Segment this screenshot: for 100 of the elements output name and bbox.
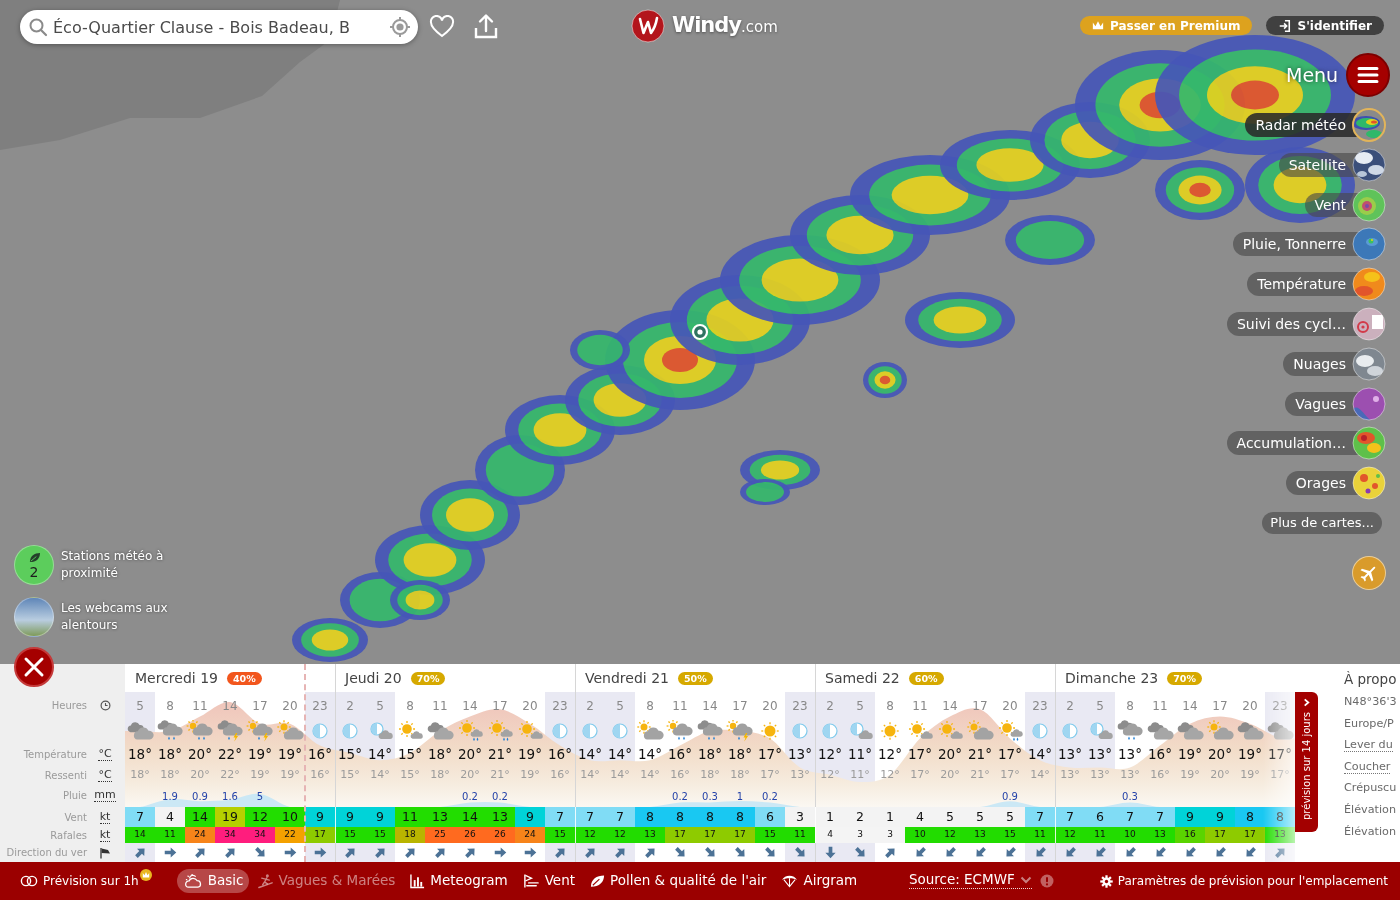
feels-like-value: 17° bbox=[760, 766, 780, 783]
wind-speed: 2 bbox=[845, 807, 875, 827]
hour-label: 20 bbox=[1242, 697, 1258, 715]
hour-label: 8 bbox=[886, 697, 894, 715]
clock-icon bbox=[99, 700, 111, 711]
wind-direction-icon bbox=[163, 846, 177, 859]
wind-direction-icon bbox=[883, 846, 897, 859]
temperature-value: 12° bbox=[818, 744, 842, 764]
forecast-tab[interactable]: Airgram bbox=[775, 869, 864, 893]
unit-label[interactable]: °C bbox=[98, 747, 112, 761]
feels-like-value: 18° bbox=[160, 766, 180, 783]
temperature-value: 16° bbox=[1148, 744, 1172, 764]
cloud-sun-icon bbox=[182, 873, 203, 889]
info-link[interactable]: Coucher bbox=[1344, 759, 1391, 774]
hour-label: 23 bbox=[1032, 697, 1048, 715]
wind-direction-icon bbox=[973, 846, 987, 859]
temperature-value: 18° bbox=[128, 744, 152, 764]
day-label: Samedi 22 bbox=[825, 668, 900, 688]
locate-icon[interactable] bbox=[389, 16, 411, 38]
forecast-tab[interactable]: Basic bbox=[176, 869, 250, 893]
temperature-value: 18° bbox=[428, 744, 452, 764]
unit-label[interactable]: kt bbox=[99, 810, 111, 824]
wind-gust: 11 bbox=[785, 827, 815, 843]
temperature-value: 11° bbox=[848, 744, 872, 764]
row-label: Ressenti bbox=[44, 769, 87, 781]
unit-label[interactable]: kt bbox=[99, 828, 111, 842]
wind-direction-icon bbox=[223, 846, 237, 859]
info-link[interactable]: Lever du bbox=[1344, 738, 1393, 753]
wind-gust: 18 bbox=[395, 827, 425, 843]
rain-amount: 0.2 bbox=[762, 791, 778, 803]
rain-amount: 0.2 bbox=[672, 791, 688, 803]
wind-gust: 24 bbox=[515, 827, 545, 843]
temperature-value: 19° bbox=[518, 744, 542, 764]
clouds-icon bbox=[1266, 719, 1294, 742]
wind-direction-icon bbox=[1003, 846, 1017, 859]
forecast-tab[interactable]: Meteogram bbox=[404, 869, 514, 893]
temperature-value: 14° bbox=[608, 744, 632, 764]
unit-label[interactable]: °C bbox=[98, 768, 112, 782]
temperature-value: 18° bbox=[728, 744, 752, 764]
feels-like-value: 16° bbox=[1150, 766, 1170, 783]
wind-speed: 1 bbox=[875, 807, 905, 827]
about-title: À propo bbox=[1344, 671, 1397, 687]
wind-gust: 14 bbox=[125, 827, 155, 843]
wind-speed: 7 bbox=[1055, 807, 1085, 827]
hour-label: 23 bbox=[312, 697, 328, 715]
heart-icon[interactable] bbox=[429, 15, 455, 39]
extended-forecast-tab[interactable]: prévision sur 14 jours bbox=[1295, 692, 1318, 832]
hour-label: 17 bbox=[492, 697, 508, 715]
wind-speed: 9 bbox=[305, 807, 335, 827]
rain-chance-tag: 50% bbox=[677, 671, 713, 685]
feels-like-value: 20° bbox=[1210, 766, 1230, 783]
login-button[interactable]: S'identifier bbox=[1266, 16, 1384, 35]
location-marker-icon bbox=[691, 323, 709, 341]
wind-gust: 10 bbox=[905, 827, 935, 843]
logo-text: Windy.com bbox=[672, 12, 778, 40]
location-settings-button[interactable]: Paramètres de prévision pour l'emplacement bbox=[1099, 874, 1388, 888]
forecast-tab[interactable]: Pollen & qualité de l'air bbox=[584, 869, 773, 893]
wind-speed: 5 bbox=[935, 807, 965, 827]
temperature-value: 13° bbox=[1088, 744, 1112, 764]
search-field[interactable]: Éco-Quartier Clause - Bois Badeau, B bbox=[20, 10, 418, 44]
rain-cloud-icon bbox=[696, 719, 724, 742]
hour-label: 2 bbox=[346, 697, 354, 715]
row-label: Heures bbox=[51, 700, 87, 711]
hourly-forecast-toggle[interactable]: Prévision sur 1h bbox=[20, 875, 139, 887]
wind-gust: 11 bbox=[155, 827, 185, 843]
temperature-value: 18° bbox=[158, 744, 182, 764]
rain-chance-tag: 70% bbox=[410, 671, 446, 685]
temperature-value: 13° bbox=[788, 744, 812, 764]
wind-speed: 9 bbox=[365, 807, 395, 827]
gear-icon bbox=[1099, 874, 1113, 888]
rain-chance-tag: 70% bbox=[1167, 671, 1202, 685]
wind-speed: 1 bbox=[815, 807, 845, 827]
wind-speed: 9 bbox=[1205, 807, 1235, 827]
temperature-value: 14° bbox=[1028, 744, 1052, 764]
feels-like-value: 14° bbox=[580, 766, 600, 783]
temperature-value: 20° bbox=[938, 744, 962, 764]
sun-thunderstorm-icon bbox=[726, 719, 754, 742]
sun-small-cloud-icon bbox=[396, 719, 424, 742]
sun-rain-cloud-icon bbox=[666, 719, 694, 742]
feels-like-value: 17° bbox=[910, 766, 930, 783]
info-text: Élévation bbox=[1344, 824, 1396, 838]
info-icon[interactable] bbox=[1039, 874, 1054, 888]
temperature-value: 21° bbox=[488, 744, 512, 764]
leaf-icon bbox=[590, 873, 606, 889]
unit-label[interactable]: mm bbox=[94, 789, 116, 802]
day-label: Vendredi 21 bbox=[585, 668, 669, 688]
share-icon[interactable] bbox=[473, 12, 499, 40]
temperature-value: 21° bbox=[968, 744, 992, 764]
temperature-value: 12° bbox=[878, 744, 902, 764]
wind-gust: 3 bbox=[875, 827, 905, 843]
rain-amount: 1.9 bbox=[162, 791, 178, 803]
wind-gust: 13 bbox=[1145, 827, 1175, 843]
feels-like-value: 19° bbox=[1180, 766, 1200, 783]
more-maps-button[interactable]: Plus de cartes... bbox=[1262, 511, 1382, 534]
hour-label: 11 bbox=[1152, 697, 1168, 715]
forecast-tab[interactable]: Vent bbox=[516, 869, 582, 893]
wind-speed: 5 bbox=[995, 807, 1025, 827]
wind-gust: 34 bbox=[245, 827, 275, 843]
temperature-value: 14° bbox=[368, 744, 392, 764]
source-dropdown[interactable]: Source: ECMWF bbox=[908, 872, 1032, 890]
